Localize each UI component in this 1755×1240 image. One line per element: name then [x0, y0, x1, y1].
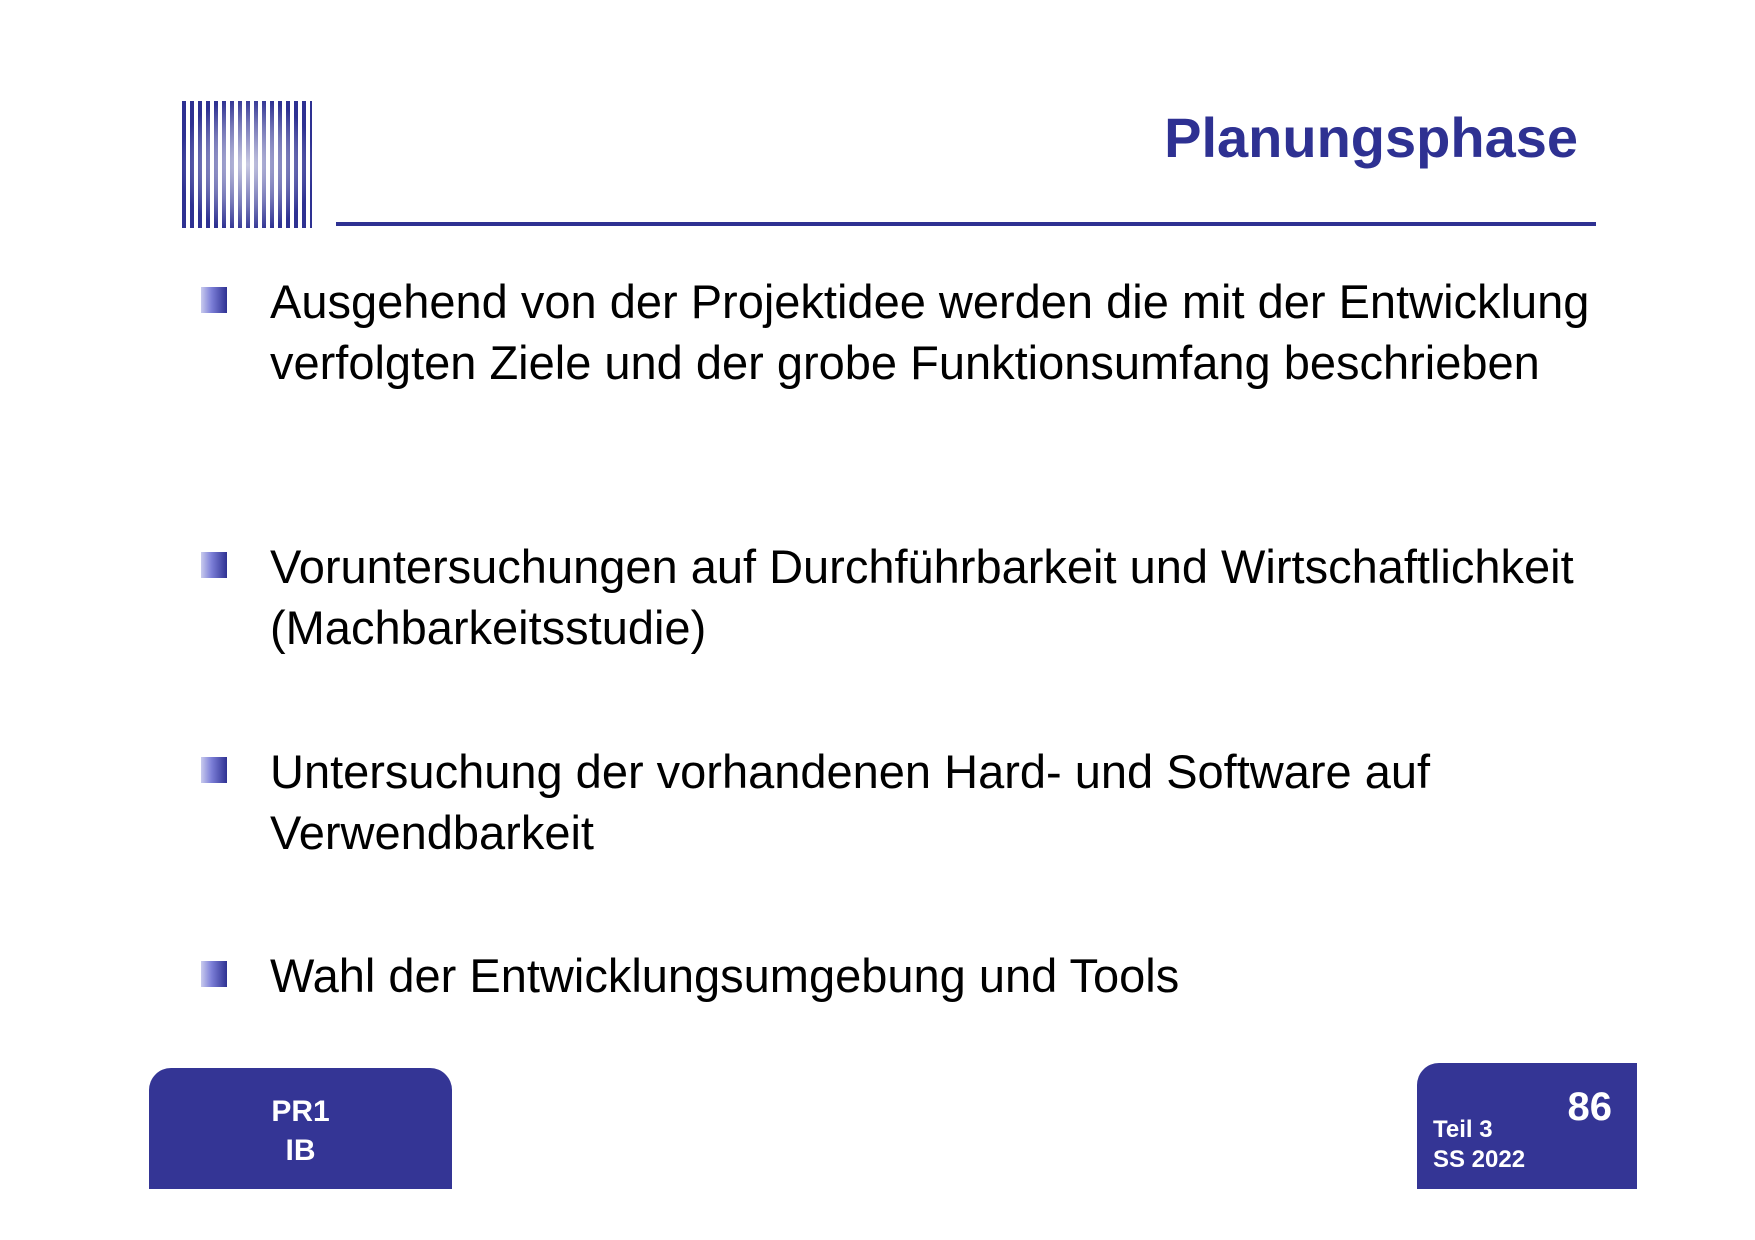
footer-course-label: PR1 — [271, 1095, 330, 1128]
square-bullet-icon — [201, 961, 227, 987]
footer-part-label: Teil 3 — [1433, 1116, 1493, 1143]
bullet-text: Wahl der Entwicklungsumgebung und Tools — [270, 949, 1180, 1002]
bullet-item: Ausgehend von der Projektidee werden die… — [201, 271, 1630, 393]
bullet-item: Wahl der Entwicklungsumgebung und Tools — [201, 945, 1630, 1006]
page-number: 86 — [1567, 1085, 1613, 1129]
bullet-text: Voruntersuchungen auf Durchführbarkeit u… — [270, 540, 1574, 654]
square-bullet-icon — [201, 287, 227, 313]
bullet-item: Voruntersuchungen auf Durchführbarkeit u… — [201, 536, 1630, 658]
square-bullet-icon — [201, 757, 227, 783]
bullet-text: Untersuchung der vorhandenen Hard- und S… — [270, 745, 1431, 859]
square-bullet-icon — [201, 552, 227, 578]
bullet-item: Untersuchung der vorhandenen Hard- und S… — [201, 741, 1630, 863]
footer-course-box: PR1 IB — [149, 1068, 452, 1189]
footer-term-label: SS 2022 — [1433, 1146, 1526, 1173]
bullet-text: Ausgehend von der Projektidee werden die… — [270, 275, 1590, 389]
bullet-list: Ausgehend von der Projektidee werden die… — [0, 0, 1755, 1240]
footer-page-box: 86 Teil 3 SS 2022 — [1417, 1063, 1637, 1189]
footer-program-label: IB — [285, 1134, 316, 1167]
